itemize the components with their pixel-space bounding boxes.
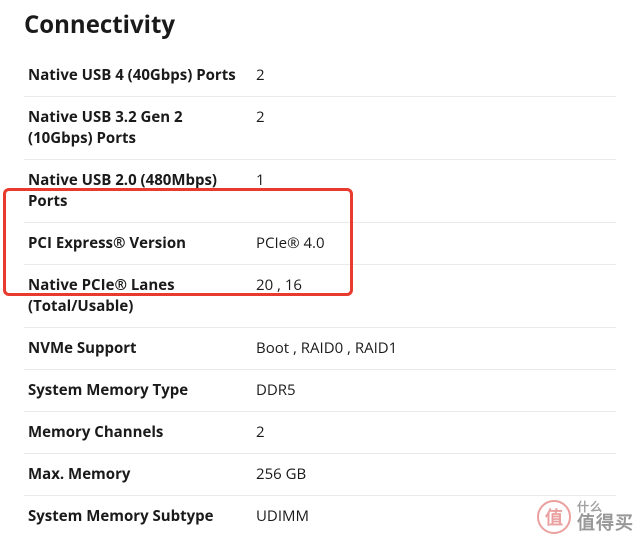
spec-value: 2 xyxy=(256,107,616,128)
spec-label: Native USB 4 (40Gbps) Ports xyxy=(28,65,256,86)
spec-value: 2 xyxy=(256,422,616,443)
spec-value: 1 xyxy=(256,170,616,191)
spec-row: Memory Channels 2 xyxy=(24,412,616,454)
spec-label: Native USB 3.2 Gen 2 (10Gbps) Ports xyxy=(28,107,256,149)
spec-value: DDR5 xyxy=(256,380,616,401)
spec-row: PCI Express® Version PCIe® 4.0 xyxy=(24,223,616,265)
spec-label: Native PCIe® Lanes (Total/Usable) xyxy=(28,275,256,317)
spec-row: Native USB 3.2 Gen 2 (10Gbps) Ports 2 xyxy=(24,97,616,160)
spec-label: Max. Memory xyxy=(28,464,256,485)
spec-row: Native PCIe® Lanes (Total/Usable) 20 , 1… xyxy=(24,265,616,328)
watermark: 值 什么 值得买 xyxy=(537,500,634,534)
spec-value: 20 , 16 xyxy=(256,275,616,296)
spec-value: 2 xyxy=(256,65,616,86)
spec-label: PCI Express® Version xyxy=(28,233,256,254)
spec-row: Native USB 4 (40Gbps) Ports 2 xyxy=(24,55,616,97)
watermark-badge-icon: 值 xyxy=(537,500,571,534)
spec-label: System Memory Subtype xyxy=(28,506,256,527)
spec-row: Native USB 2.0 (480Mbps) Ports 1 xyxy=(24,160,616,223)
watermark-line2: 值得买 xyxy=(577,514,634,533)
spec-label: System Memory Type xyxy=(28,380,256,401)
spec-label: Memory Channels xyxy=(28,422,256,443)
spec-value: PCIe® 4.0 xyxy=(256,233,616,254)
watermark-text: 什么 值得买 xyxy=(577,501,634,532)
spec-value: 256 GB xyxy=(256,464,616,485)
spec-row: NVMe Support Boot , RAID0 , RAID1 xyxy=(24,328,616,370)
spec-label: NVMe Support xyxy=(28,338,256,359)
spec-section: Connectivity Native USB 4 (40Gbps) Ports… xyxy=(0,0,640,545)
spec-row: System Memory Type DDR5 xyxy=(24,370,616,412)
spec-row: System Memory Subtype UDIMM xyxy=(24,496,616,537)
spec-value: Boot , RAID0 , RAID1 xyxy=(256,338,616,359)
section-title: Connectivity xyxy=(24,8,616,41)
spec-row: Max. Memory 256 GB xyxy=(24,454,616,496)
watermark-line1: 什么 xyxy=(577,501,634,514)
spec-label: Native USB 2.0 (480Mbps) Ports xyxy=(28,170,256,212)
